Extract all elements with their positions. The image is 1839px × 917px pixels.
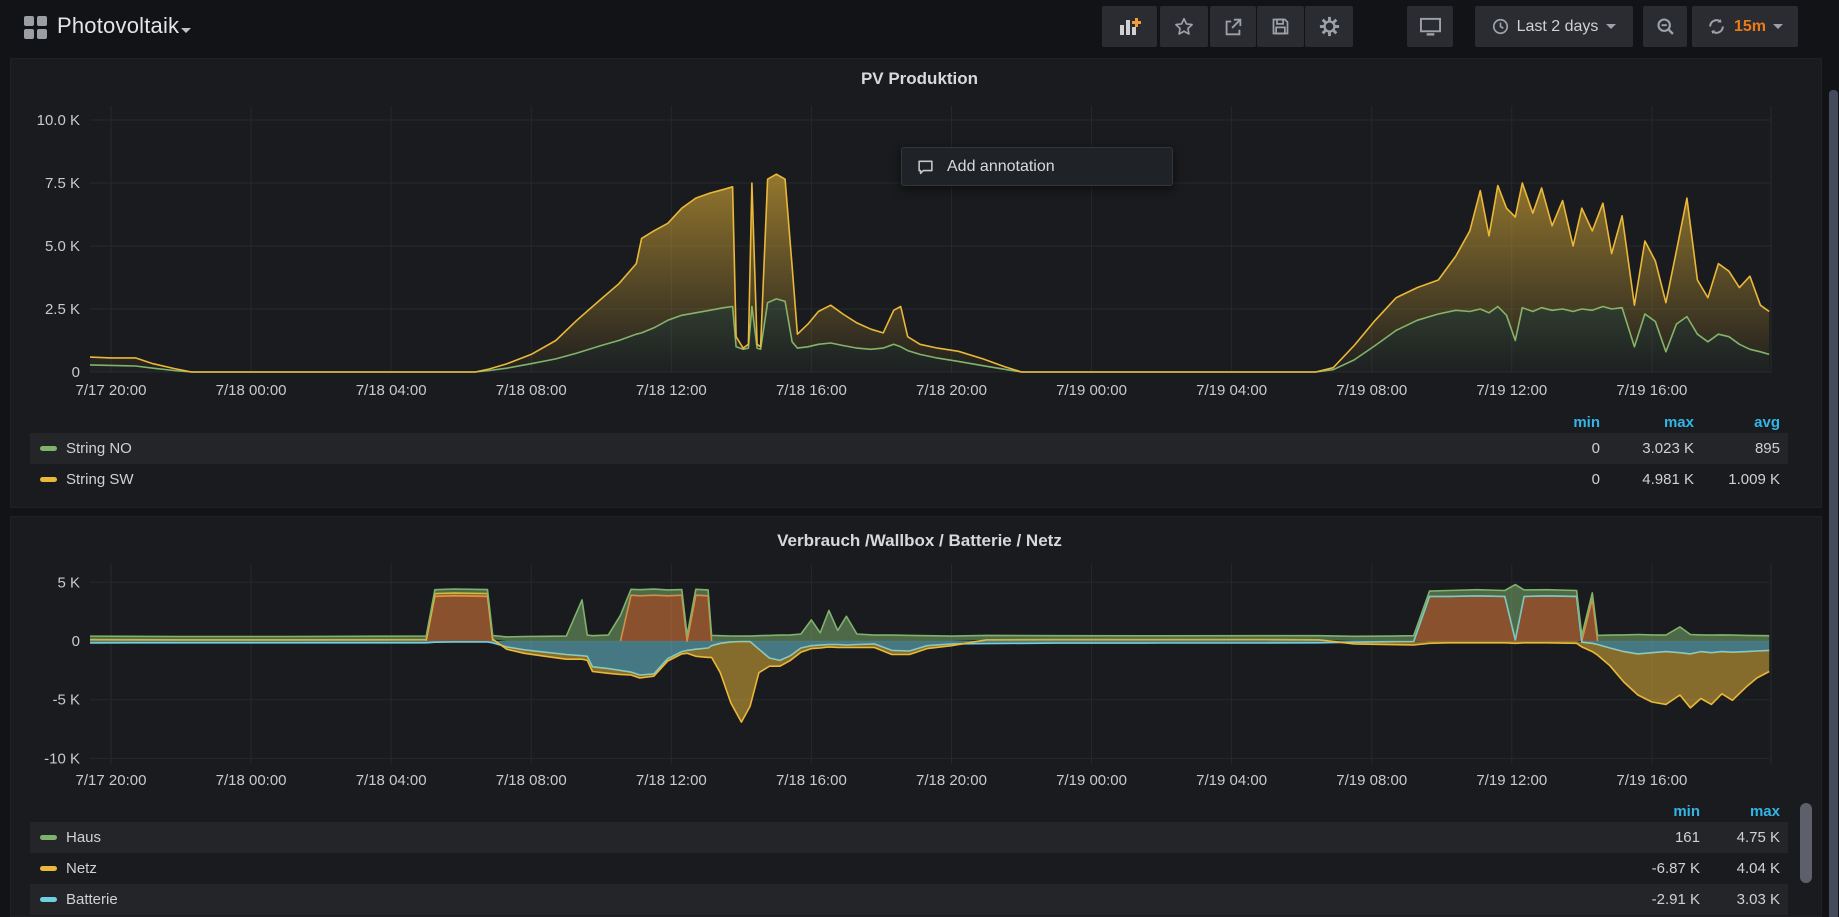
svg-text:5 K: 5 K <box>57 574 80 591</box>
verbrauch-chart[interactable]: 7/17 20:00 7/18 00:00 7/18 04:00 7/18 08:00… <box>0 0 1839 917</box>
svg-text:7/19 08:00: 7/19 08:00 <box>1336 772 1407 789</box>
svg-text:7/18 12:00: 7/18 12:00 <box>636 772 707 789</box>
grafana-dashboard: Photovoltaik <box>0 0 1839 917</box>
series-max: 4.04 K <box>1700 860 1780 877</box>
legend-scrollbar-thumb[interactable] <box>1800 803 1812 883</box>
legend-header-min[interactable]: min <box>1590 803 1700 820</box>
legend-row-netz[interactable]: Netz -6.87 K 4.04 K <box>30 853 1788 884</box>
svg-text:-10 K: -10 K <box>44 750 80 767</box>
series-min: -6.87 K <box>1590 860 1700 877</box>
legend-header-row: min max <box>30 800 1788 822</box>
svg-text:7/18 20:00: 7/18 20:00 <box>916 772 987 789</box>
series-swatch <box>40 835 57 840</box>
page-scrollbar-thumb[interactable] <box>1829 90 1838 917</box>
series-label[interactable]: Netz <box>66 860 97 877</box>
series-swatch <box>40 897 57 902</box>
svg-text:7/19 16:00: 7/19 16:00 <box>1616 772 1687 789</box>
svg-text:7/18 04:00: 7/18 04:00 <box>356 772 427 789</box>
svg-text:7/19 04:00: 7/19 04:00 <box>1196 772 1267 789</box>
series-swatch <box>40 866 57 871</box>
series-max: 3.03 K <box>1700 891 1780 908</box>
svg-text:7/18 00:00: 7/18 00:00 <box>216 772 287 789</box>
svg-text:7/17 20:00: 7/17 20:00 <box>76 772 147 789</box>
legend-header-max[interactable]: max <box>1700 803 1780 820</box>
svg-text:7/19 12:00: 7/19 12:00 <box>1476 772 1547 789</box>
svg-text:7/18 16:00: 7/18 16:00 <box>776 772 847 789</box>
svg-text:-5 K: -5 K <box>52 692 80 709</box>
svg-text:0: 0 <box>72 633 80 650</box>
series-min: 161 <box>1590 829 1700 846</box>
legend-row-haus[interactable]: Haus 161 4.75 K <box>30 822 1788 853</box>
svg-text:7/18 08:00: 7/18 08:00 <box>496 772 567 789</box>
series-max: 4.75 K <box>1700 829 1780 846</box>
series-label[interactable]: Batterie <box>66 891 118 908</box>
legend-row-batterie[interactable]: Batterie -2.91 K 3.03 K <box>30 884 1788 915</box>
verbrauch-legend: min max Haus 161 4.75 K Netz -6.87 K 4.0… <box>30 800 1788 915</box>
series-label[interactable]: Haus <box>66 829 101 846</box>
series-min: -2.91 K <box>1590 891 1700 908</box>
svg-text:7/19 00:00: 7/19 00:00 <box>1056 772 1127 789</box>
